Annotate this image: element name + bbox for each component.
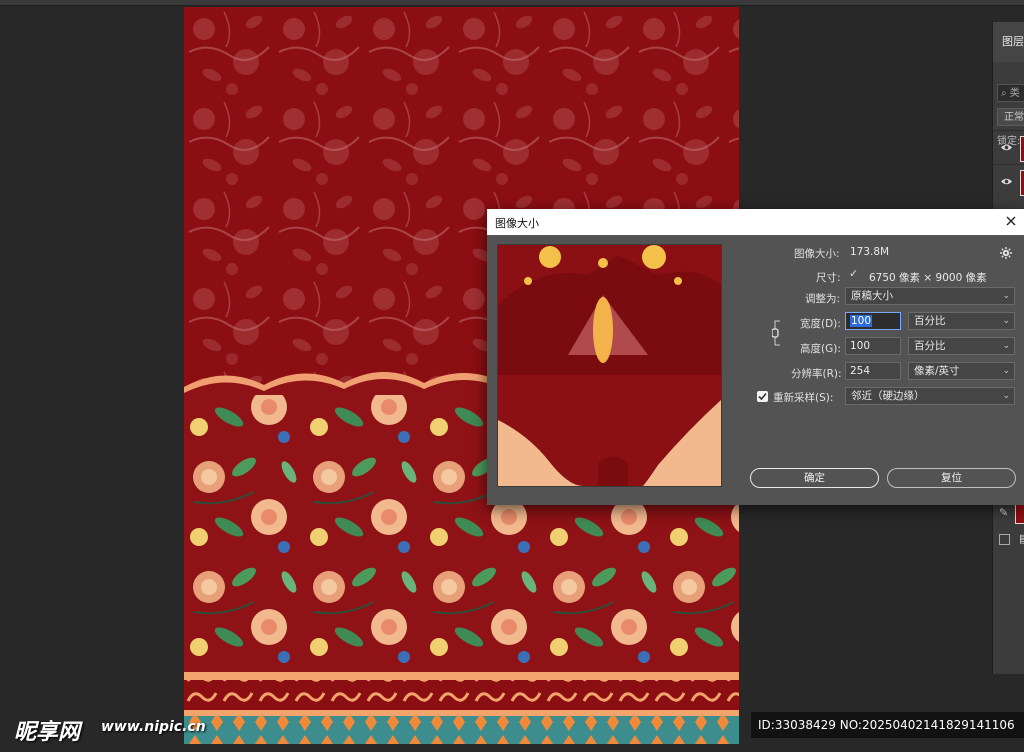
image-size-value: 173.8M — [850, 246, 890, 258]
layer-thumbnail — [1020, 136, 1024, 162]
dimensions-value: 6750 像素 × 9000 像素 — [869, 272, 987, 284]
layer-row[interactable] — [993, 164, 1024, 199]
ok-button[interactable]: 确定 — [750, 468, 879, 488]
width-input[interactable]: 100 — [845, 312, 901, 330]
gear-icon[interactable] — [1000, 247, 1012, 259]
close-icon[interactable] — [1004, 214, 1018, 228]
document-icon: ▤ — [1019, 532, 1024, 545]
width-value: 100 — [850, 315, 873, 327]
chevron-down-icon: ⌄ — [1002, 291, 1010, 301]
eye-icon[interactable] — [1001, 176, 1012, 187]
resample-select[interactable]: 邻近（硬边缘） ⌄ — [845, 387, 1015, 405]
width-unit: 百分比 — [914, 315, 946, 327]
watermark-url: www.nipic.cn — [101, 719, 206, 735]
brush-icon[interactable]: ✎ — [999, 506, 1008, 519]
watermark-logo: 昵享网 — [14, 720, 81, 745]
width-label: 宽度(D): — [800, 318, 841, 330]
height-unit-select[interactable]: 百分比 ⌄ — [908, 337, 1015, 355]
resolution-value: 254 — [850, 365, 871, 377]
dialog-titlebar[interactable]: 图像大小 — [487, 209, 1024, 235]
layer-thumbnail — [1020, 170, 1024, 196]
layers-search-field[interactable]: ⌕ 类 — [997, 84, 1024, 102]
fit-to-label: 调整为: — [805, 293, 841, 305]
preview-artwork — [498, 245, 721, 486]
chevron-down-icon[interactable]: ✓ — [849, 267, 858, 280]
image-size-dialog: 图像大小 图像大小: 173.8M 尺寸: ✓ 6750 像素 × 9000 像… — [487, 209, 1024, 505]
watermark-id: ID:33038429 NO:20250402141829141106 — [751, 712, 1024, 738]
chevron-down-icon: ⌄ — [1002, 391, 1010, 401]
layer-thumbnail — [1015, 504, 1024, 524]
width-unit-select[interactable]: 百分比 ⌄ — [908, 312, 1015, 330]
resolution-unit-select[interactable]: 像素/英寸 ⌄ — [908, 362, 1015, 380]
resample-label: 重新采样(S): — [773, 392, 834, 404]
fit-to-select[interactable]: 原稿大小 ⌄ — [845, 287, 1015, 305]
height-unit: 百分比 — [914, 340, 946, 352]
height-value: 100 — [850, 340, 871, 352]
fit-to-value: 原稿大小 — [851, 290, 893, 302]
reset-button[interactable]: 复位 — [887, 468, 1016, 488]
layer-checkbox-icon[interactable] — [999, 534, 1010, 545]
chevron-down-icon: ⌄ — [1002, 341, 1010, 351]
options-bar-edge — [0, 0, 1024, 6]
tab-layers[interactable]: 图层 — [993, 22, 1024, 62]
search-icon: ⌕ — [1001, 88, 1007, 99]
layer-row[interactable] — [993, 130, 1024, 165]
workspace: 图层 ⌕ 类 正常 锁定: ✎ ▤ 图像大小 — [0, 0, 1024, 752]
resolution-input[interactable]: 254 — [845, 362, 901, 380]
resample-value: 邻近（硬边缘） — [851, 390, 925, 402]
dimensions-label: 尺寸: — [816, 272, 841, 284]
chevron-down-icon: ⌄ — [1002, 366, 1010, 376]
link-icon[interactable] — [772, 319, 784, 347]
resolution-label: 分辨率(R): — [791, 368, 842, 380]
eye-icon[interactable] — [1001, 142, 1012, 153]
layers-search-text: 类 — [1009, 88, 1020, 99]
height-input[interactable]: 100 — [845, 337, 901, 355]
dialog-title: 图像大小 — [495, 217, 539, 230]
height-label: 高度(G): — [800, 343, 841, 355]
image-size-label: 图像大小: — [794, 248, 840, 260]
blend-mode-select[interactable]: 正常 — [997, 108, 1024, 126]
resample-checkbox[interactable] — [757, 391, 768, 402]
chevron-down-icon: ⌄ — [1002, 316, 1010, 326]
resolution-unit: 像素/英寸 — [914, 365, 960, 377]
image-preview[interactable] — [497, 244, 722, 487]
checkmark-icon — [758, 392, 767, 401]
